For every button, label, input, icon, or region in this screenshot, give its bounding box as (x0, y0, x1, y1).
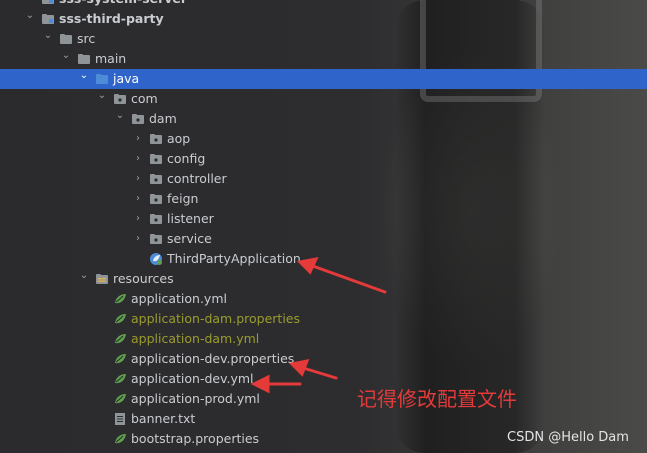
spring-config-icon (113, 352, 127, 366)
tree-row-dam[interactable]: ⌄ dam (0, 109, 647, 129)
tree-row-com[interactable]: ⌄ com (0, 89, 647, 109)
tree-row-service[interactable]: › service (0, 229, 647, 249)
tree-item-label: bootstrap.properties (131, 431, 260, 446)
tree-row-application-dam-properties[interactable]: application-dam.properties (0, 309, 647, 329)
tree-row-thirdpartyapplication[interactable]: ThirdPartyApplication (0, 249, 647, 269)
tree-row-listener[interactable]: › listener (0, 209, 647, 229)
tree-item-label: application-dev.yml (131, 371, 254, 386)
package-icon (149, 192, 163, 206)
tree-row-banner-txt[interactable]: banner.txt (0, 409, 647, 429)
text-file-icon (113, 412, 127, 426)
tree-row-application-dev-yml[interactable]: application-dev.yml (0, 369, 647, 389)
chevron-down-icon[interactable]: ⌄ (43, 29, 53, 49)
tree-item-label: listener (167, 211, 214, 226)
folder-icon (59, 32, 73, 46)
package-icon (149, 232, 163, 246)
spring-config-icon (113, 432, 127, 446)
spring-config-icon (113, 332, 127, 346)
chevron-right-icon[interactable]: › (133, 189, 143, 209)
spring-class-icon (149, 252, 163, 266)
tree-row-config[interactable]: › config (0, 149, 647, 169)
tree-item-label: sss-system-server (59, 0, 187, 9)
spring-config-icon (113, 292, 127, 306)
chevron-right-icon[interactable]: › (133, 149, 143, 169)
tree-item-label: controller (167, 171, 227, 186)
tree-item-label: main (95, 51, 127, 66)
tree-item-label: com (131, 91, 158, 106)
tree-row-application-dev-properties[interactable]: application-dev.properties (0, 349, 647, 369)
chevron-down-icon[interactable]: ⌄ (25, 9, 35, 29)
tree-item-label: java (113, 71, 140, 86)
tree-item-label: application.yml (131, 291, 227, 306)
chevron-down-icon[interactable]: ⌄ (61, 49, 71, 69)
tree-row-sss-third-party[interactable]: ⌄ sss-third-party (0, 9, 647, 29)
chevron-down-icon[interactable]: ⌄ (97, 89, 107, 109)
spring-config-icon (113, 372, 127, 386)
package-icon (149, 212, 163, 226)
chevron-right-icon[interactable]: › (133, 129, 143, 149)
tree-row-aop[interactable]: › aop (0, 129, 647, 149)
tree-row-application-yml[interactable]: application.yml (0, 289, 647, 309)
tree-row-resources[interactable]: ⌄ resources (0, 269, 647, 289)
tree-row-application-prod-yml[interactable]: application-prod.yml (0, 389, 647, 409)
tree-row-src[interactable]: ⌄ src (0, 29, 647, 49)
chevron-down-icon[interactable]: ⌄ (115, 109, 125, 129)
resources-folder-icon (95, 272, 109, 286)
module-folder-icon (41, 12, 55, 26)
spring-config-icon (113, 392, 127, 406)
tree-row-feign[interactable]: › feign (0, 189, 647, 209)
package-icon (113, 92, 127, 106)
module-folder-icon (41, 0, 55, 6)
spring-config-icon (113, 312, 127, 326)
package-icon (149, 152, 163, 166)
tree-item-label: service (167, 231, 212, 246)
tree-item-label: ThirdPartyApplication (167, 251, 301, 266)
package-icon (149, 172, 163, 186)
tree-item-label: src (77, 31, 96, 46)
tree-item-label: banner.txt (131, 411, 196, 426)
tree-item-label: aop (167, 131, 191, 146)
chevron-right-icon[interactable]: › (25, 0, 35, 9)
chevron-right-icon[interactable]: › (133, 169, 143, 189)
tree-item-label: application-dam.yml (131, 331, 260, 346)
tree-item-label: resources (113, 271, 174, 286)
chevron-down-icon[interactable]: ⌄ (79, 269, 89, 289)
chevron-right-icon[interactable]: › (133, 229, 143, 249)
watermark: CSDN @Hello Dam (507, 430, 629, 445)
tree-item-label: dam (149, 111, 177, 126)
folder-icon (77, 52, 91, 66)
tree-row-controller[interactable]: › controller (0, 169, 647, 189)
tree-row-java[interactable]: ⌄ java (0, 69, 647, 89)
tree-row-sss-system-server[interactable]: › sss-system-server (0, 0, 647, 9)
tree-item-label: application-dev.properties (131, 351, 295, 366)
source-folder-icon (95, 72, 109, 86)
chevron-right-icon[interactable]: › (133, 209, 143, 229)
package-icon (131, 112, 145, 126)
tree-item-label: application-prod.yml (131, 391, 260, 406)
package-icon (149, 132, 163, 146)
tree-row-application-dam-yml[interactable]: application-dam.yml (0, 329, 647, 349)
annotation-text: 记得修改配置文件 (357, 387, 517, 411)
tree-item-label: feign (167, 191, 199, 206)
tree-item-label: config (167, 151, 206, 166)
tree-row-main[interactable]: ⌄ main (0, 49, 647, 69)
tree-item-label: sss-third-party (59, 11, 164, 26)
chevron-down-icon[interactable]: ⌄ (79, 69, 89, 89)
tree-item-label: application-dam.properties (131, 311, 300, 326)
